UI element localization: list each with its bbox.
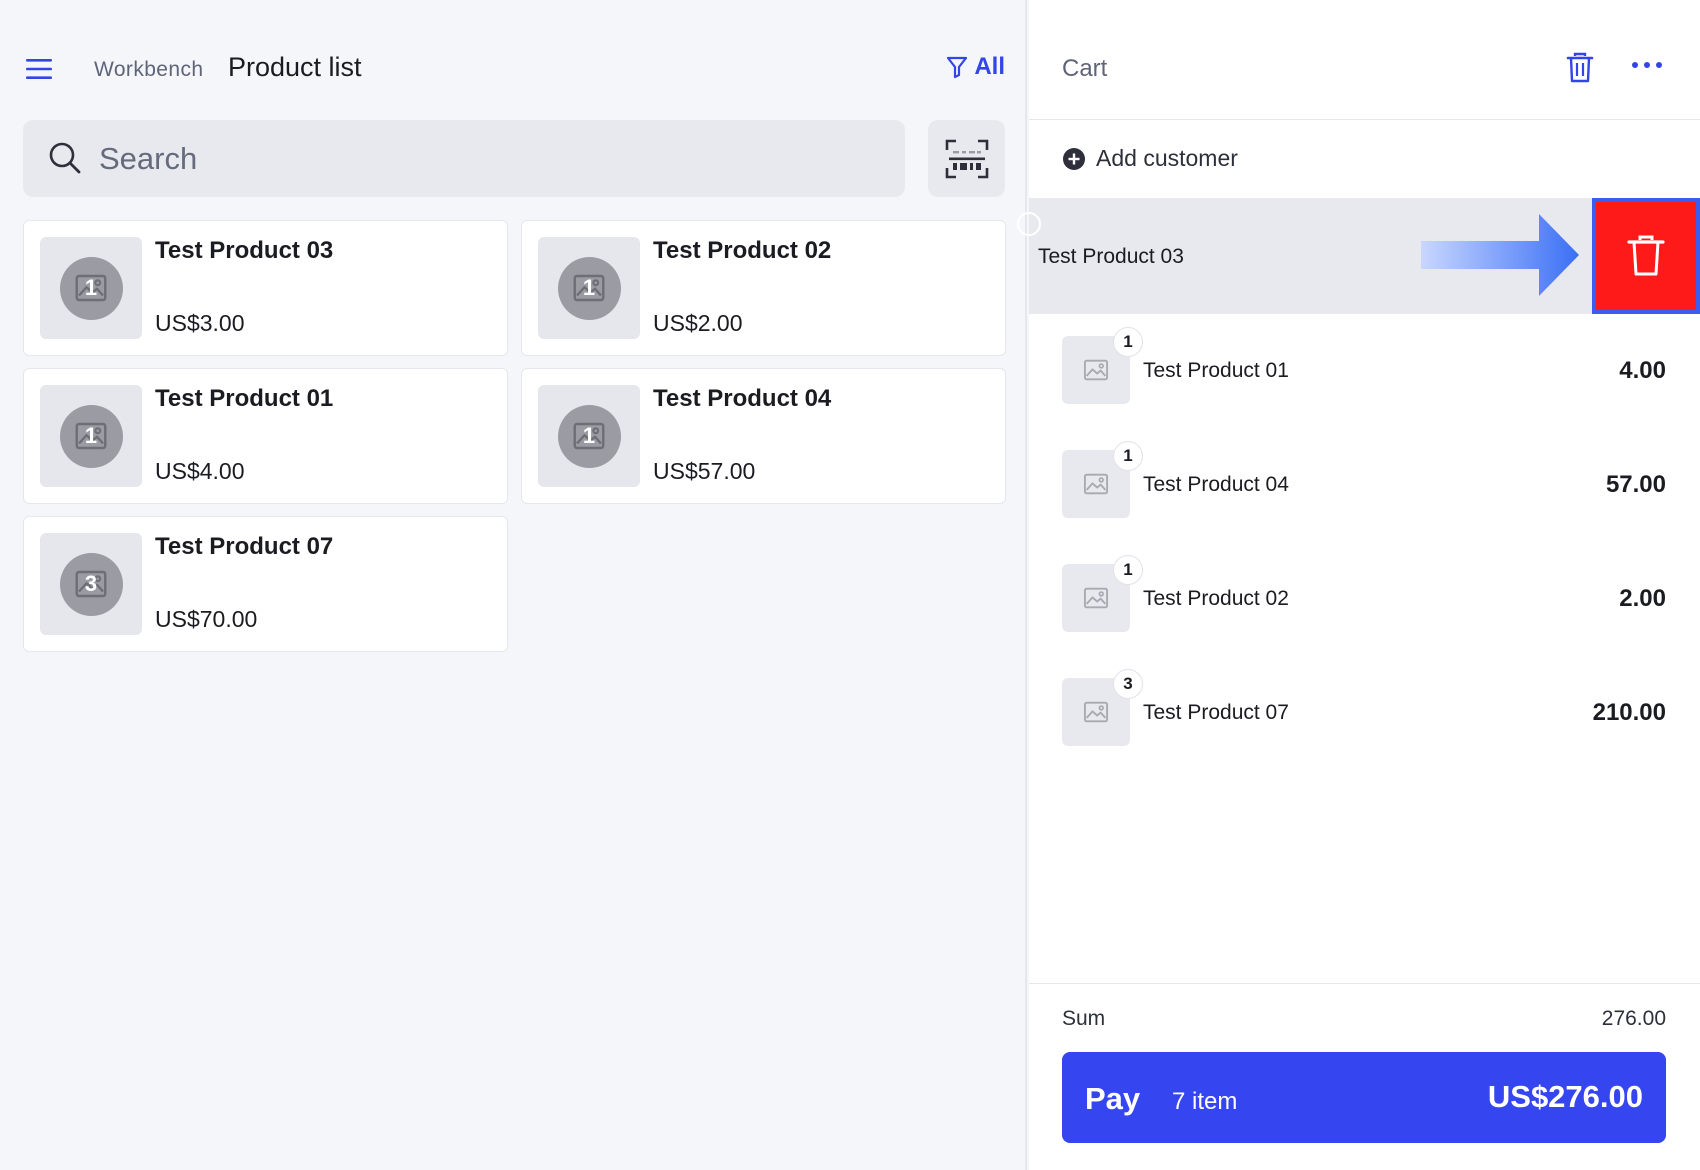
more-options-icon[interactable] <box>1631 60 1663 70</box>
page-title: Product list <box>228 52 362 82</box>
cart-item-total: 4.00 <box>1619 357 1666 384</box>
image-placeholder-icon: 1 <box>59 404 123 468</box>
product-thumbnail: 1 <box>538 385 640 487</box>
search-icon <box>47 140 83 176</box>
trash-icon <box>1626 234 1666 278</box>
product-card[interactable]: 1 Test Product 04 US$57.00 <box>521 368 1006 504</box>
pay-amount: US$276.00 <box>1487 1079 1643 1114</box>
stock-badge: 1 <box>582 275 596 300</box>
qty-badge: 1 <box>1113 555 1143 585</box>
breadcrumb[interactable]: Workbench <box>94 58 203 82</box>
cart-item-name: Test Product 03 <box>1038 245 1184 268</box>
product-price: US$2.00 <box>653 310 743 336</box>
product-thumbnail: 1 <box>40 237 142 339</box>
product-price: US$57.00 <box>653 458 756 484</box>
qty-badge: 1 <box>1113 441 1143 471</box>
product-name: Test Product 04 <box>653 385 832 412</box>
product-thumbnail: 1 <box>40 385 142 487</box>
pay-label: Pay <box>1085 1081 1141 1116</box>
barcode-scan-button[interactable] <box>928 120 1005 197</box>
image-placeholder-icon: 3 <box>59 552 123 616</box>
cart-panel: Cart Add customer Test Product 03 1 Test… <box>1017 0 1700 1170</box>
product-panel-header: Workbench Product list All <box>0 38 1027 100</box>
filter-icon <box>946 55 968 79</box>
filter-button[interactable]: All <box>946 53 1005 81</box>
image-placeholder-icon: 1 <box>59 256 123 320</box>
add-circle-icon <box>1062 147 1086 171</box>
cart-item-total: 57.00 <box>1605 471 1666 498</box>
product-name: Test Product 01 <box>155 385 334 412</box>
qty-badge: 1 <box>1113 327 1143 357</box>
cart-item-name: Test Product 04 <box>1143 473 1289 496</box>
product-price: US$4.00 <box>155 458 245 484</box>
clear-cart-trash-icon[interactable] <box>1566 52 1594 84</box>
product-name: Test Product 07 <box>155 533 334 560</box>
product-panel: Workbench Product list All Search 1 Test… <box>0 0 1027 1170</box>
cart-item[interactable]: 1 Test Product 01 4.00 <box>1029 314 1700 428</box>
product-name: Test Product 02 <box>653 237 832 264</box>
cart-item[interactable]: 1 Test Product 04 57.00 <box>1029 428 1700 542</box>
product-price: US$3.00 <box>155 310 245 336</box>
product-card[interactable]: 1 Test Product 03 US$3.00 <box>23 220 508 356</box>
stock-badge: 1 <box>84 423 98 448</box>
product-card[interactable]: 1 Test Product 01 US$4.00 <box>23 368 508 504</box>
qty-badge-partial <box>1017 212 1041 236</box>
qty-badge: 3 <box>1113 669 1143 699</box>
cart-footer: Sum 276.00 Pay 7 item US$276.00 <box>1029 983 1700 1170</box>
stock-badge: 3 <box>84 571 98 596</box>
swipe-arrow-icon <box>1421 214 1581 296</box>
filter-label: All <box>974 53 1005 80</box>
cart-item-total: 210.00 <box>1592 699 1666 726</box>
add-customer-button[interactable]: Add customer <box>1062 145 1238 172</box>
image-placeholder-icon: 1 <box>557 404 621 468</box>
product-grid: 1 Test Product 03 US$3.00 1 Test Product 02 U… <box>23 220 1007 652</box>
cart-title: Cart <box>1062 55 1108 82</box>
product-price: US$70.00 <box>155 606 258 632</box>
add-customer-label: Add customer <box>1096 145 1238 171</box>
search-input[interactable] <box>99 120 879 197</box>
product-card[interactable]: 1 Test Product 02 US$2.00 <box>521 220 1006 356</box>
swiped-cart-item[interactable]: Test Product 03 <box>1017 198 1700 314</box>
barcode-scanner-icon <box>945 139 989 179</box>
cart-header: Cart <box>1029 0 1700 120</box>
pay-button[interactable]: Pay 7 item US$276.00 <box>1062 1052 1666 1143</box>
delete-item-button[interactable] <box>1592 198 1700 314</box>
pay-item-count: 7 item <box>1172 1088 1238 1115</box>
cart-item-name: Test Product 01 <box>1143 359 1289 382</box>
stock-badge: 1 <box>84 275 98 300</box>
cart-item[interactable]: 3 Test Product 07 210.00 <box>1029 656 1700 770</box>
cart-item-total: 2.00 <box>1619 585 1666 612</box>
product-name: Test Product 03 <box>155 237 334 264</box>
cart-item[interactable]: 1 Test Product 02 2.00 <box>1029 542 1700 656</box>
product-thumbnail: 1 <box>538 237 640 339</box>
sum-value: 276.00 <box>1601 1007 1666 1030</box>
sum-label: Sum <box>1062 1007 1106 1030</box>
stock-badge: 1 <box>582 423 596 448</box>
product-card[interactable]: 3 Test Product 07 US$70.00 <box>23 516 508 652</box>
cart-item-list: 1 Test Product 01 4.00 1 Test Product 04 57.0… <box>1029 314 1700 770</box>
product-thumbnail: 3 <box>40 533 142 635</box>
cart-item-name: Test Product 02 <box>1143 587 1289 610</box>
cart-item-name: Test Product 07 <box>1143 701 1289 724</box>
search-bar <box>23 120 905 197</box>
pos-app: Workbench Product list All Search 1 Test… <box>0 0 1700 1170</box>
menu-icon[interactable] <box>24 54 54 84</box>
image-placeholder-icon: 1 <box>557 256 621 320</box>
